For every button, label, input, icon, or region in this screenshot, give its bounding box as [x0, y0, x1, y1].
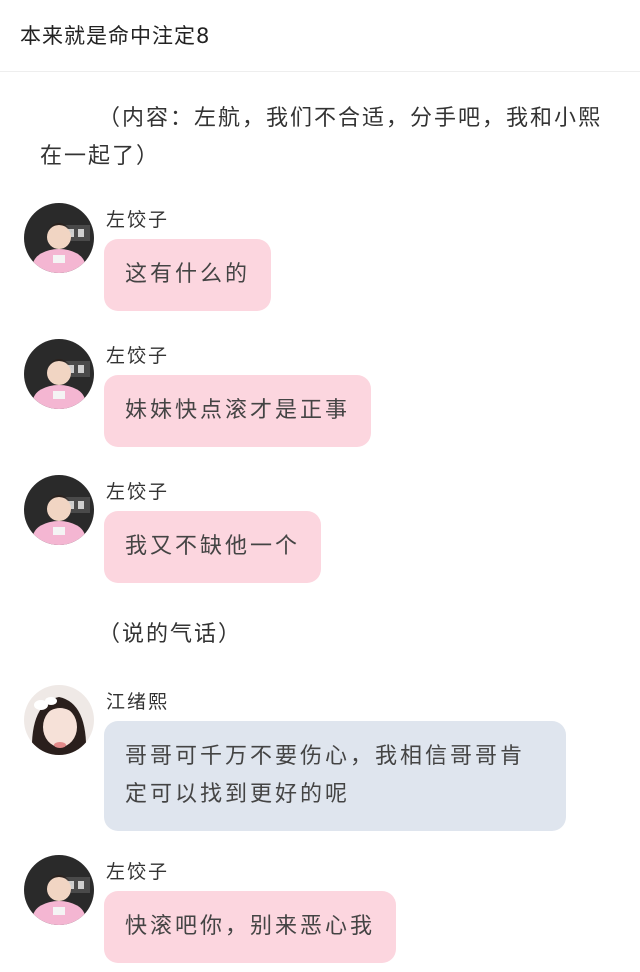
- sender-name: 左饺子: [106, 861, 170, 883]
- narration-text: （说的气话）: [98, 622, 243, 647]
- avatar[interactable]: [24, 203, 94, 273]
- header-bar: 本来就是命中注定8: [0, 0, 640, 72]
- avatar[interactable]: [24, 685, 94, 755]
- message-bubble: 妹妹快点滚才是正事: [104, 375, 372, 447]
- sender-name: 左饺子: [106, 481, 170, 503]
- avatar[interactable]: [24, 855, 94, 925]
- message-bubble: 我又不缺他一个: [104, 511, 322, 583]
- sender-name: 江绪熙: [106, 691, 170, 713]
- avatar[interactable]: [24, 339, 94, 409]
- narration-text: （内容：左航，我们不合适，分手吧，我和小熙在一起了）: [40, 106, 603, 169]
- message-bubble: 这有什么的: [104, 239, 272, 311]
- page-title: 本来就是命中注定8: [20, 24, 211, 48]
- chat-story-page: 本来就是命中注定8 （内容：左航，我们不合适，分手吧，我和小熙在一起了） 左饺子…: [0, 0, 640, 972]
- sender-name: 左饺子: [106, 345, 170, 367]
- sender-name: 左饺子: [106, 209, 170, 231]
- avatar[interactable]: [24, 475, 94, 545]
- message-bubble: 快滚吧你，别来恶心我: [104, 891, 397, 963]
- message-bubble: 哥哥可千万不要伤心，我相信哥哥肯定可以找到更好的呢: [104, 721, 566, 831]
